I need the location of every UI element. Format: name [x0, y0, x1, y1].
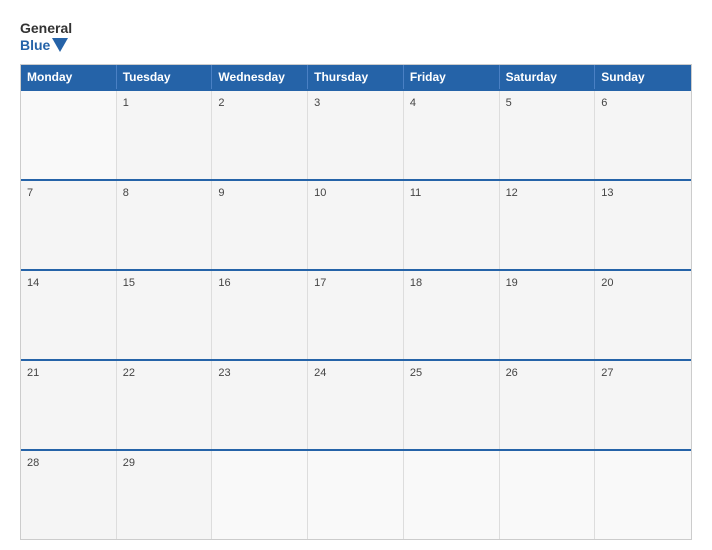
calendar-header-cell: Saturday — [500, 65, 596, 89]
calendar-cell: 15 — [117, 271, 213, 359]
logo: General Blue — [20, 20, 72, 54]
calendar-cell: 10 — [308, 181, 404, 269]
calendar-cell — [21, 91, 117, 179]
day-number: 1 — [123, 97, 129, 109]
day-number: 16 — [218, 277, 230, 289]
day-number: 27 — [601, 367, 613, 379]
day-number: 20 — [601, 277, 613, 289]
day-number: 15 — [123, 277, 135, 289]
day-number: 18 — [410, 277, 422, 289]
calendar-cell — [308, 451, 404, 539]
calendar-cell: 4 — [404, 91, 500, 179]
calendar-header-cell: Thursday — [308, 65, 404, 89]
day-number: 24 — [314, 367, 326, 379]
calendar-cell — [500, 451, 596, 539]
day-number: 8 — [123, 187, 129, 199]
day-number: 25 — [410, 367, 422, 379]
calendar: MondayTuesdayWednesdayThursdayFridaySatu… — [20, 64, 692, 540]
calendar-cell: 18 — [404, 271, 500, 359]
day-number: 22 — [123, 367, 135, 379]
calendar-cell: 9 — [212, 181, 308, 269]
calendar-header-cell: Friday — [404, 65, 500, 89]
calendar-cell: 5 — [500, 91, 596, 179]
day-number: 2 — [218, 97, 224, 109]
day-number: 28 — [27, 457, 39, 469]
calendar-cell: 21 — [21, 361, 117, 449]
calendar-row: 7 8 9 10 11 12 13 — [21, 179, 691, 269]
calendar-cell: 7 — [21, 181, 117, 269]
calendar-cell: 28 — [21, 451, 117, 539]
calendar-header-cell: Wednesday — [212, 65, 308, 89]
calendar-row: 14 15 16 17 18 19 20 — [21, 269, 691, 359]
calendar-cell — [404, 451, 500, 539]
calendar-cell: 2 — [212, 91, 308, 179]
calendar-cell: 17 — [308, 271, 404, 359]
calendar-cell: 29 — [117, 451, 213, 539]
calendar-cell: 6 — [595, 91, 691, 179]
calendar-cell: 16 — [212, 271, 308, 359]
day-number: 19 — [506, 277, 518, 289]
calendar-header-row: MondayTuesdayWednesdayThursdayFridaySatu… — [21, 65, 691, 89]
logo-blue-text: Blue — [20, 37, 50, 54]
day-number: 10 — [314, 187, 326, 199]
calendar-cell — [595, 451, 691, 539]
calendar-row: 1 2 3 4 5 6 — [21, 89, 691, 179]
day-number: 26 — [506, 367, 518, 379]
day-number: 5 — [506, 97, 512, 109]
calendar-cell: 27 — [595, 361, 691, 449]
calendar-header-cell: Monday — [21, 65, 117, 89]
day-number: 13 — [601, 187, 613, 199]
calendar-header-cell: Sunday — [595, 65, 691, 89]
day-number: 7 — [27, 187, 33, 199]
day-number: 21 — [27, 367, 39, 379]
calendar-cell: 25 — [404, 361, 500, 449]
calendar-cell — [212, 451, 308, 539]
day-number: 12 — [506, 187, 518, 199]
calendar-cell: 3 — [308, 91, 404, 179]
calendar-cell: 26 — [500, 361, 596, 449]
calendar-cell: 20 — [595, 271, 691, 359]
calendar-header-cell: Tuesday — [117, 65, 213, 89]
day-number: 29 — [123, 457, 135, 469]
calendar-cell: 11 — [404, 181, 500, 269]
logo-general-text: General — [20, 20, 72, 37]
calendar-cell: 1 — [117, 91, 213, 179]
day-number: 17 — [314, 277, 326, 289]
logo-triangle-icon — [52, 38, 68, 52]
page-header: General Blue — [20, 20, 692, 54]
day-number: 6 — [601, 97, 607, 109]
day-number: 3 — [314, 97, 320, 109]
day-number: 23 — [218, 367, 230, 379]
calendar-cell: 13 — [595, 181, 691, 269]
calendar-row: 21 22 23 24 25 26 27 — [21, 359, 691, 449]
calendar-cell: 24 — [308, 361, 404, 449]
calendar-cell: 23 — [212, 361, 308, 449]
calendar-row: 28 29 — [21, 449, 691, 539]
day-number: 14 — [27, 277, 39, 289]
calendar-body: 1234567891011121314151617181920212223242… — [21, 89, 691, 539]
calendar-page: General Blue MondayTuesdayWednesdayThurs… — [0, 0, 712, 550]
calendar-cell: 12 — [500, 181, 596, 269]
calendar-cell: 8 — [117, 181, 213, 269]
calendar-cell: 19 — [500, 271, 596, 359]
day-number: 11 — [410, 187, 421, 199]
day-number: 9 — [218, 187, 224, 199]
calendar-cell: 14 — [21, 271, 117, 359]
calendar-cell: 22 — [117, 361, 213, 449]
day-number: 4 — [410, 97, 416, 109]
